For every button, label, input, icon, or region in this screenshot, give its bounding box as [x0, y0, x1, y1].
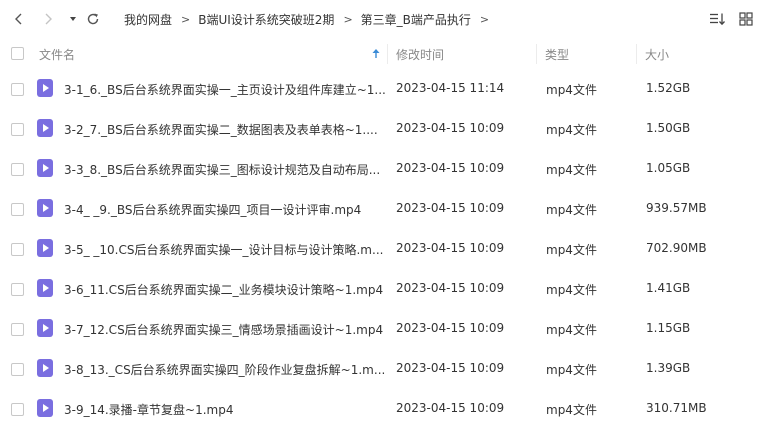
column-divider[interactable] [387, 44, 388, 64]
sort-icon [710, 13, 725, 26]
file-type: mp4文件 [546, 203, 597, 217]
file-size: 310.71MB [646, 401, 707, 415]
file-modified-time: 2023-04-15 10:09 [396, 281, 505, 295]
breadcrumb-item-chapter[interactable]: 第三章_B端产品执行 [361, 11, 471, 28]
history-dropdown-button[interactable] [62, 7, 84, 31]
file-row[interactable]: 3-9_14.录播-章节复盘~1.mp4 2023-04-15 10:09 mp… [0, 389, 765, 429]
file-type: mp4文件 [546, 83, 597, 97]
file-modified-time: 2023-04-15 10:09 [396, 241, 505, 255]
chevron-right-icon [45, 13, 52, 25]
file-name[interactable]: 3-4_ _9._BS后台系统界面实操四_项目一设计评审.mp4 [64, 201, 361, 218]
file-modified-time: 2023-04-15 10:09 [396, 321, 505, 335]
file-row[interactable]: 3-7_12.CS后台系统界面实操三_情感场景插画设计~1.mp4 2023-0… [0, 309, 765, 349]
row-checkbox[interactable] [11, 123, 24, 136]
file-row[interactable]: 3-8_13._CS后台系统界面实操四_阶段作业复盘拆解~1.m... 2023… [0, 349, 765, 389]
file-row[interactable]: 3-1_6._BS后台系统界面实操一_主页设计及组件库建立~1... 2023-… [0, 69, 765, 109]
row-checkbox[interactable] [11, 243, 24, 256]
sort-button[interactable] [707, 9, 727, 29]
caret-down-icon [70, 17, 76, 21]
file-size: 702.90MB [646, 241, 707, 255]
file-type: mp4文件 [546, 323, 597, 337]
column-header-type[interactable]: 类型 [545, 46, 569, 63]
row-checkbox[interactable] [11, 363, 24, 376]
breadcrumb-item-course[interactable]: B端UI设计系统突破班2期 [198, 11, 334, 28]
video-file-icon [37, 279, 53, 297]
breadcrumb-item-root[interactable]: 我的网盘 [124, 11, 172, 28]
file-modified-time: 2023-04-15 10:09 [396, 121, 505, 135]
file-row[interactable]: 3-4_ _9._BS后台系统界面实操四_项目一设计评审.mp4 2023-04… [0, 189, 765, 229]
file-type: mp4文件 [546, 163, 597, 177]
column-divider[interactable] [636, 44, 637, 64]
file-type: mp4文件 [546, 123, 597, 137]
arrow-up-icon[interactable] [371, 48, 381, 59]
video-file-icon [37, 159, 53, 177]
file-size: 1.52GB [646, 81, 691, 95]
row-checkbox[interactable] [11, 283, 24, 296]
file-type: mp4文件 [546, 283, 597, 297]
row-checkbox[interactable] [11, 203, 24, 216]
file-name[interactable]: 3-9_14.录播-章节复盘~1.mp4 [64, 401, 233, 418]
file-type: mp4文件 [546, 403, 597, 417]
row-checkbox[interactable] [11, 323, 24, 336]
column-divider[interactable] [536, 44, 537, 64]
file-name[interactable]: 3-5_ _10.CS后台系统界面实操一_设计目标与设计策略.m... [64, 241, 383, 258]
file-modified-time: 2023-04-15 10:09 [396, 401, 505, 415]
row-checkbox[interactable] [11, 163, 24, 176]
file-row[interactable]: 3-3_8._BS后台系统界面实操三_图标设计规范及自动布局... 2023-0… [0, 149, 765, 189]
chevron-left-icon [15, 13, 22, 25]
forward-button[interactable] [37, 7, 59, 31]
breadcrumb-separator: > [479, 12, 490, 26]
file-modified-time: 2023-04-15 11:14 [396, 81, 505, 95]
file-name[interactable]: 3-3_8._BS后台系统界面实操三_图标设计规范及自动布局... [64, 161, 380, 178]
file-size: 939.57MB [646, 201, 707, 215]
file-size: 1.50GB [646, 121, 691, 135]
breadcrumb-separator: > [181, 12, 191, 26]
refresh-button[interactable] [82, 7, 104, 31]
select-all-checkbox[interactable] [11, 47, 24, 60]
file-name[interactable]: 3-1_6._BS后台系统界面实操一_主页设计及组件库建立~1... [64, 81, 386, 98]
toolbar: 我的网盘 > B端UI设计系统突破班2期 > 第三章_B端产品执行 > [0, 0, 765, 38]
video-file-icon [37, 199, 53, 217]
file-row[interactable]: 3-5_ _10.CS后台系统界面实操一_设计目标与设计策略.m... 2023… [0, 229, 765, 269]
file-row[interactable]: 3-6_11.CS后台系统界面实操二_业务模块设计策略~1.mp4 2023-0… [0, 269, 765, 309]
column-header-size[interactable]: 大小 [645, 46, 669, 63]
file-modified-time: 2023-04-15 10:09 [396, 201, 505, 215]
back-button[interactable] [8, 7, 30, 31]
file-modified-time: 2023-04-15 10:09 [396, 361, 505, 375]
file-type: mp4文件 [546, 363, 597, 377]
video-file-icon [37, 359, 53, 377]
video-file-icon [37, 119, 53, 137]
file-size: 1.39GB [646, 361, 691, 375]
file-list-header: 文件名 修改时间 类型 大小 [0, 38, 765, 69]
file-size: 1.41GB [646, 281, 691, 295]
video-file-icon [37, 239, 53, 257]
file-name[interactable]: 3-7_12.CS后台系统界面实操三_情感场景插画设计~1.mp4 [64, 321, 383, 338]
video-file-icon [37, 79, 53, 97]
file-row[interactable]: 3-2_7._BS后台系统界面实操二_数据图表及表单表格~1.... 2023-… [0, 109, 765, 149]
video-file-icon [37, 399, 53, 417]
refresh-icon [87, 13, 99, 25]
view-mode-button[interactable] [736, 9, 756, 29]
grid-view-icon [739, 12, 753, 26]
breadcrumb: 我的网盘 > B端UI设计系统突破班2期 > 第三章_B端产品执行 > [124, 10, 497, 28]
file-type: mp4文件 [546, 243, 597, 257]
column-header-name[interactable]: 文件名 [39, 46, 75, 63]
row-checkbox[interactable] [11, 83, 24, 96]
file-name[interactable]: 3-2_7._BS后台系统界面实操二_数据图表及表单表格~1.... [64, 121, 378, 138]
file-size: 1.05GB [646, 161, 691, 175]
column-header-modified[interactable]: 修改时间 [396, 46, 444, 63]
row-checkbox[interactable] [11, 403, 24, 416]
breadcrumb-separator: > [343, 12, 353, 26]
file-size: 1.15GB [646, 321, 691, 335]
file-modified-time: 2023-04-15 10:09 [396, 161, 505, 175]
file-name[interactable]: 3-8_13._CS后台系统界面实操四_阶段作业复盘拆解~1.m... [64, 361, 385, 378]
file-name[interactable]: 3-6_11.CS后台系统界面实操二_业务模块设计策略~1.mp4 [64, 281, 383, 298]
video-file-icon [37, 319, 53, 337]
